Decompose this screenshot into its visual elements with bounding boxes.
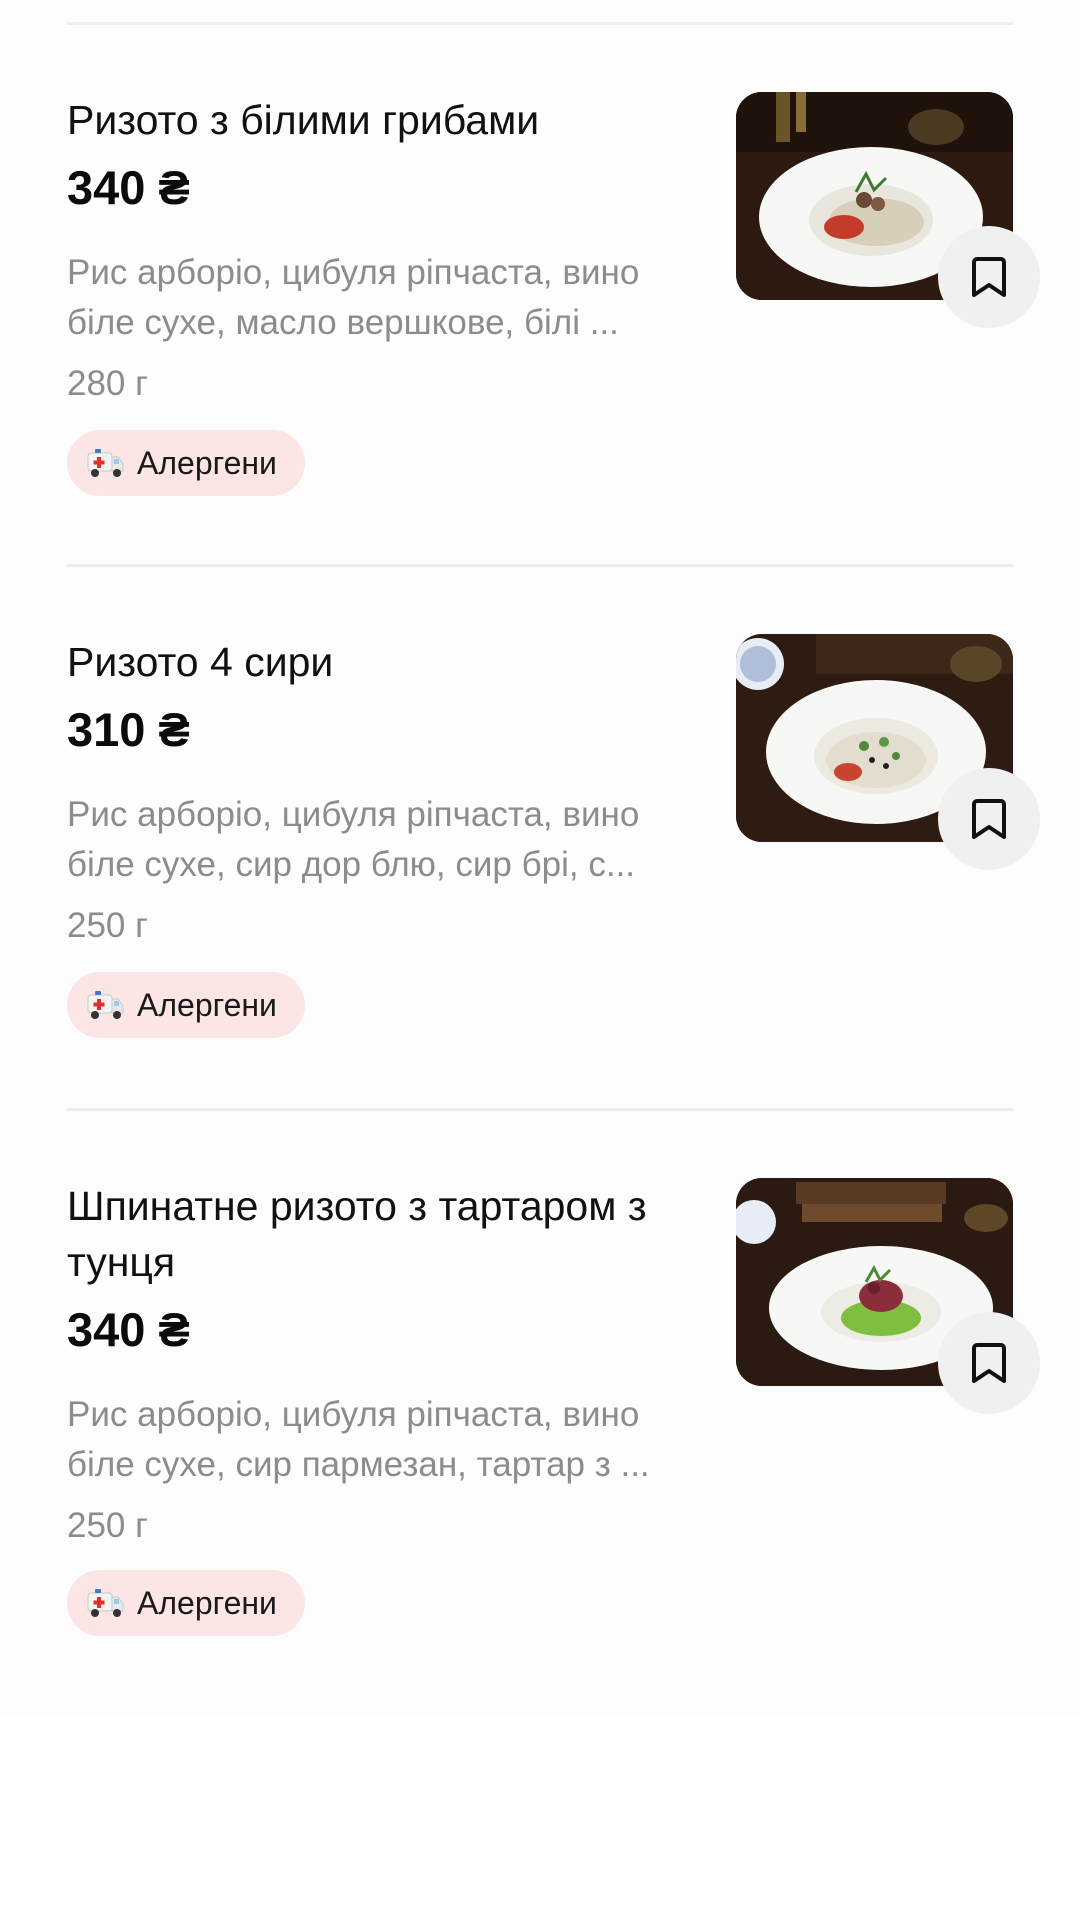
- allergens-chip[interactable]: Алергени: [67, 972, 305, 1038]
- item-weight: 280 г: [67, 364, 148, 403]
- allergens-chip[interactable]: Алергени: [67, 1570, 305, 1636]
- bookmark-button[interactable]: [938, 226, 1040, 328]
- item-weight: 250 г: [67, 1506, 148, 1545]
- bookmark-icon: [972, 1343, 1006, 1383]
- divider: [67, 1108, 1013, 1111]
- menu-screen: Ризото з білими грибами 340 ₴ Рис арборі…: [0, 0, 1080, 1920]
- ambulance-icon: [87, 449, 124, 477]
- bookmark-icon: [972, 257, 1006, 297]
- item-description: Рис арборіо, цибуля ріпчаста, вино біле …: [67, 795, 640, 884]
- ambulance-icon: [87, 991, 124, 1019]
- ambulance-icon: [87, 1589, 124, 1617]
- item-title: Шпинатне ризото з тартаром з тунця: [67, 1183, 647, 1285]
- item-description: Рис арборіо, цибуля ріпчаста, вино біле …: [67, 253, 640, 342]
- menu-list[interactable]: Ризото з білими грибами 340 ₴ Рис арборі…: [0, 0, 1080, 1718]
- item-description: Рис арборіо, цибуля ріпчаста, вино біле …: [67, 1395, 650, 1484]
- allergens-label: Алергени: [137, 986, 277, 1023]
- item-price: 340 ₴: [67, 1303, 190, 1356]
- item-price: 340 ₴: [67, 161, 190, 214]
- allergens-label: Алергени: [137, 1584, 277, 1621]
- bookmark-button[interactable]: [938, 768, 1040, 870]
- allergens-chip[interactable]: Алергени: [67, 430, 305, 496]
- allergens-label: Алергени: [137, 444, 277, 481]
- item-title: Ризото 4 сири: [67, 639, 334, 685]
- divider: [67, 22, 1013, 25]
- item-weight: 250 г: [67, 906, 148, 945]
- item-price: 310 ₴: [67, 703, 190, 756]
- bookmark-icon: [972, 799, 1006, 839]
- divider: [67, 564, 1013, 567]
- item-title: Ризото з білими грибами: [67, 97, 540, 143]
- bookmark-button[interactable]: [938, 1312, 1040, 1414]
